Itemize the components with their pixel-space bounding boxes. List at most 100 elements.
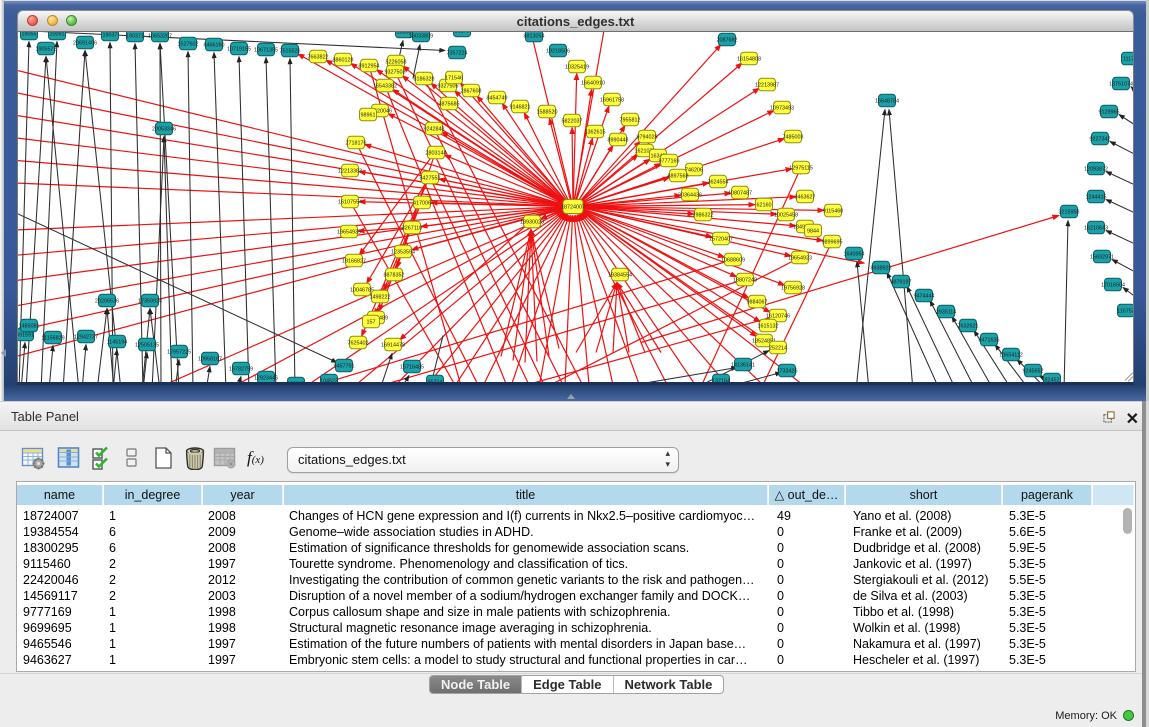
svg-text:9463627: 9463627 bbox=[795, 194, 816, 200]
svg-text:16175: 16175 bbox=[455, 32, 470, 34]
svg-text:5226058: 5226058 bbox=[386, 59, 407, 65]
svg-text:10046785: 10046785 bbox=[350, 287, 374, 293]
svg-text:8860128: 8860128 bbox=[333, 57, 354, 63]
svg-text:17359924: 17359924 bbox=[138, 298, 162, 304]
svg-text:1527602: 1527602 bbox=[178, 41, 199, 47]
svg-text:16782759: 16782759 bbox=[229, 366, 253, 372]
svg-text:12505135: 12505135 bbox=[135, 342, 159, 348]
svg-text:9129966: 9129966 bbox=[1099, 109, 1120, 115]
svg-text:19654923: 19654923 bbox=[788, 255, 812, 261]
svg-text:1733426: 1733426 bbox=[777, 368, 798, 374]
svg-text:12213383: 12213383 bbox=[338, 168, 362, 174]
svg-text:10671355: 10671355 bbox=[254, 47, 278, 53]
svg-text:171546: 171546 bbox=[445, 75, 463, 81]
svg-text:10973493: 10973493 bbox=[770, 105, 794, 111]
svg-text:17016504: 17016504 bbox=[1101, 282, 1125, 288]
svg-text:2867608: 2867608 bbox=[461, 88, 482, 94]
svg-text:18807249: 18807249 bbox=[733, 277, 757, 283]
svg-text:1588520: 1588520 bbox=[537, 109, 558, 115]
svg-text:10719155: 10719155 bbox=[227, 46, 251, 52]
svg-text:7955812: 7955812 bbox=[620, 117, 641, 123]
svg-text:1498222: 1498222 bbox=[370, 294, 391, 300]
svg-text:2718176: 2718176 bbox=[346, 140, 367, 146]
svg-text:14136141: 14136141 bbox=[731, 362, 755, 368]
svg-text:7663822: 7663822 bbox=[308, 54, 329, 60]
svg-text:16033809: 16033809 bbox=[409, 33, 433, 39]
svg-text:19218506: 19218506 bbox=[546, 48, 570, 54]
svg-text:1485081: 1485081 bbox=[19, 323, 40, 329]
svg-text:9227342: 9227342 bbox=[1090, 136, 1111, 142]
svg-text:7986322: 7986322 bbox=[693, 212, 714, 218]
svg-text:15720407: 15720407 bbox=[709, 236, 733, 242]
svg-text:13751074: 13751074 bbox=[1109, 81, 1133, 87]
svg-text:2087682: 2087682 bbox=[717, 37, 738, 43]
svg-text:6466160: 6466160 bbox=[204, 42, 225, 48]
svg-text:10325419: 10325419 bbox=[565, 64, 589, 70]
svg-text:98961: 98961 bbox=[361, 112, 376, 118]
svg-text:12353594: 12353594 bbox=[391, 249, 415, 255]
svg-text:1362615: 1362615 bbox=[585, 129, 606, 135]
svg-text:8471636: 8471636 bbox=[979, 337, 1000, 343]
svg-text:8813054: 8813054 bbox=[524, 33, 545, 39]
svg-text:5822037: 5822037 bbox=[562, 118, 583, 124]
svg-text:9777169: 9777169 bbox=[659, 158, 680, 164]
svg-text:10025458: 10025458 bbox=[774, 212, 798, 218]
svg-text:391591: 391591 bbox=[18, 332, 34, 338]
svg-text:157: 157 bbox=[367, 319, 376, 325]
svg-text:9457791: 9457791 bbox=[334, 363, 355, 369]
svg-text:16154808: 16154808 bbox=[737, 56, 761, 62]
svg-text:8878352: 8878352 bbox=[384, 272, 405, 278]
svg-text:2935114: 2935114 bbox=[936, 309, 957, 315]
svg-text:19654935: 19654935 bbox=[337, 229, 361, 235]
svg-text:16640910: 16640910 bbox=[581, 80, 605, 86]
svg-text:20091: 20091 bbox=[50, 32, 65, 37]
svg-text:12093872: 12093872 bbox=[1084, 166, 1108, 172]
svg-text:16543382: 16543382 bbox=[373, 83, 397, 89]
svg-text:8186328: 8186328 bbox=[414, 76, 435, 82]
svg-text:11156829: 11156829 bbox=[41, 335, 64, 341]
svg-text:18724007: 18724007 bbox=[561, 204, 585, 210]
svg-text:9245652: 9245652 bbox=[1023, 368, 1044, 374]
svg-text:1640954: 1640954 bbox=[844, 251, 865, 257]
svg-text:9242848: 9242848 bbox=[424, 126, 445, 132]
svg-text:19055: 19055 bbox=[22, 32, 37, 37]
svg-text:17957225: 17957225 bbox=[167, 349, 191, 355]
svg-text:12923446: 12923446 bbox=[254, 375, 278, 381]
svg-text:10688609: 10688609 bbox=[721, 257, 745, 263]
svg-text:19037: 19037 bbox=[103, 32, 118, 38]
svg-text:15692971: 15692971 bbox=[1090, 254, 1114, 260]
svg-text:6879197: 6879197 bbox=[891, 279, 912, 285]
svg-text:9884067: 9884067 bbox=[747, 299, 768, 305]
svg-text:7515526: 7515526 bbox=[280, 48, 301, 54]
svg-text:8454749: 8454749 bbox=[487, 95, 508, 101]
svg-text:19756928: 19756928 bbox=[781, 285, 805, 291]
svg-text:9794028: 9794028 bbox=[637, 134, 658, 140]
svg-text:20364436: 20364436 bbox=[678, 192, 702, 198]
svg-text:1615132: 1615132 bbox=[758, 323, 779, 329]
svg-text:7357224: 7357224 bbox=[447, 50, 468, 56]
svg-text:9899695: 9899695 bbox=[822, 239, 843, 245]
svg-text:116753: 116753 bbox=[1117, 308, 1134, 314]
svg-text:7625402: 7625402 bbox=[348, 340, 369, 346]
svg-text:20691406: 20691406 bbox=[73, 40, 97, 46]
svg-text:417006: 417006 bbox=[413, 200, 431, 206]
svg-text:3624554: 3624554 bbox=[708, 179, 729, 185]
svg-text:11172: 11172 bbox=[1123, 56, 1134, 62]
svg-text:12942737: 12942737 bbox=[74, 334, 98, 340]
svg-text:9327503: 9327503 bbox=[385, 69, 406, 75]
svg-text:3875685: 3875685 bbox=[439, 101, 460, 107]
svg-text:8912954: 8912954 bbox=[359, 63, 380, 69]
svg-text:20053346: 20053346 bbox=[152, 126, 176, 132]
svg-text:2803144: 2803144 bbox=[426, 150, 447, 156]
svg-text:1905572: 1905572 bbox=[36, 46, 57, 52]
svg-text:10654112: 10654112 bbox=[999, 352, 1023, 358]
svg-text:10958187: 10958187 bbox=[198, 356, 222, 362]
svg-text:16210643: 16210643 bbox=[1084, 225, 1108, 231]
svg-text:12213987: 12213987 bbox=[755, 82, 779, 88]
svg-text:3215958: 3215958 bbox=[1059, 209, 1080, 215]
svg-text:8427552: 8427552 bbox=[420, 175, 441, 181]
svg-text:3267110: 3267110 bbox=[402, 225, 423, 231]
svg-text:8938923: 8938923 bbox=[871, 265, 892, 271]
svg-text:190371: 190371 bbox=[126, 33, 144, 39]
svg-text:19384554: 19384554 bbox=[608, 272, 632, 278]
